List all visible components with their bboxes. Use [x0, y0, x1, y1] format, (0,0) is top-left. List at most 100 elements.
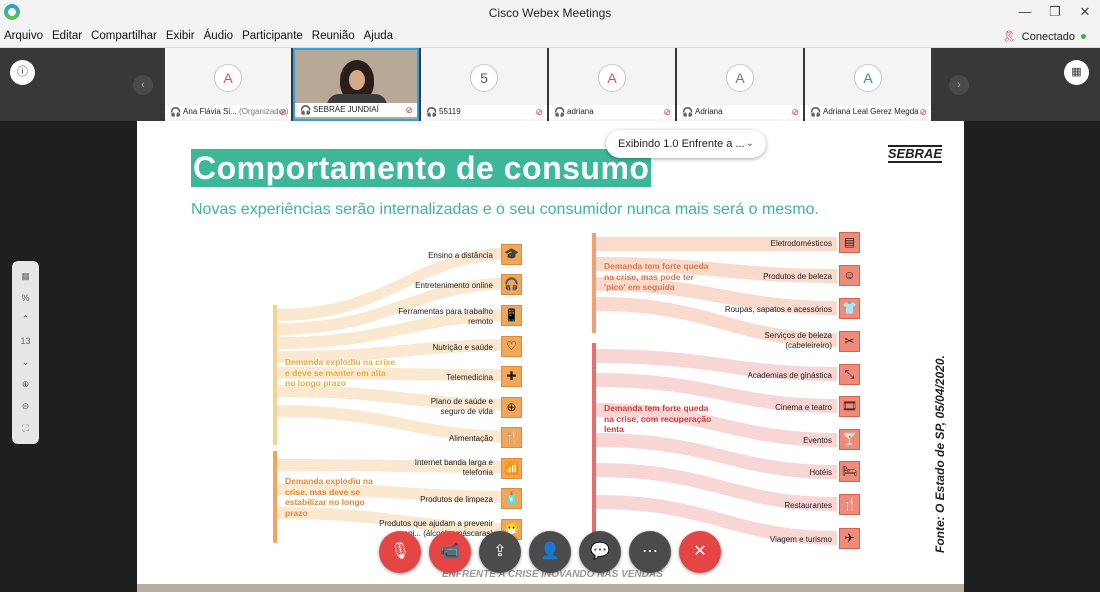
mute-button[interactable]: 🎙 — [379, 531, 421, 573]
connection-status: 🎗 Conectado — [1002, 30, 1086, 43]
graduation-cap-icon: 🎓 — [501, 244, 522, 265]
page-number: 13 — [20, 335, 31, 346]
sharing-dropdown[interactable]: Exibindo 1.0 Enfrente a ... ⌄ — [606, 130, 766, 158]
heart-icon: ♡ — [501, 336, 522, 357]
avatar: A — [726, 64, 754, 92]
chevron-down-icon: ⌄ — [745, 138, 754, 149]
item-label: Produtos de beleza — [763, 272, 832, 281]
menu-compartilhar[interactable]: Compartilhar — [91, 30, 157, 42]
film-icon: 🎞 — [839, 396, 860, 417]
item-label: Eventos — [803, 436, 832, 445]
menu-arquivo[interactable]: Arquivo — [4, 30, 43, 42]
participant-name: adriana — [567, 107, 594, 116]
smile-icon: ☺ — [839, 265, 860, 286]
participant-tile[interactable]: A 🎧 adriana ⊘ — [549, 48, 675, 121]
sebrae-logo: SEBRAE — [887, 145, 942, 163]
participant-name: SEBRAE JUNDIAÍ — [313, 105, 379, 114]
item-label: Academias de ginástica — [747, 371, 833, 380]
video-button[interactable]: 📹 — [429, 531, 471, 573]
more-button[interactable]: ⋯ — [629, 531, 671, 573]
menu-participante[interactable]: Participante — [242, 30, 303, 42]
slide-subtitle: Novas experiências serão internalizadas … — [191, 201, 819, 218]
cleaning-icon: 🧴 — [501, 488, 522, 509]
participant-tile[interactable]: A 🎧 Adriana ⊘ — [677, 48, 803, 121]
cutlery-icon: 🍴 — [839, 494, 860, 515]
menu-reuniao[interactable]: Reunião — [312, 30, 355, 42]
avatar: 5 — [470, 64, 498, 92]
zoom-in-icon[interactable]: ⊕ — [22, 379, 30, 390]
item-label: Roupas, sapatos e acessórios — [724, 305, 832, 314]
headset-icon: 🎧 — [426, 107, 438, 117]
sharing-label: Exibindo 1.0 Enfrente a ... — [618, 138, 745, 150]
down-icon[interactable]: ⌄ — [22, 357, 30, 368]
mic-muted-icon: ⊘ — [279, 107, 287, 117]
item-label: Hotéis — [809, 468, 832, 477]
item-label: Viagem e turismo — [769, 535, 832, 544]
prev-participants-button[interactable]: ‹ — [133, 75, 153, 95]
title-bar: Cisco Webex Meetings — ❐ ✕ — [0, 0, 1100, 26]
wifi-icon: 📶 — [501, 458, 522, 479]
mic-muted-icon: ⊘ — [791, 107, 799, 117]
mic-muted-icon: ⊘ — [919, 107, 927, 117]
video-off-icon: 📹 — [440, 543, 460, 560]
group-label: Demanda tem forte queda na crise, mas po… — [604, 261, 709, 292]
ribbon-icon: 🎗 — [1001, 31, 1016, 43]
participant-tile[interactable]: A 🎧 Adriana Leal Gerez Megda ⊘ — [805, 48, 931, 121]
grid-icon[interactable]: ▦ — [21, 271, 30, 282]
bed-icon: 🛏 — [839, 461, 860, 482]
menu-exibir[interactable]: Exibir — [166, 30, 195, 42]
item-label: Alimentação — [448, 434, 493, 443]
item-label: Ensino a distância — [428, 251, 493, 260]
calendar-icon[interactable]: ▦ — [1064, 60, 1089, 85]
item-label: Plano de saúde e seguro de vida — [430, 397, 493, 416]
slide-toolbar: ▦ % ⌃ 13 ⌄ ⊕ ⊖ ⛶ — [12, 261, 39, 444]
menu-audio[interactable]: Áudio — [204, 30, 233, 42]
item-label: Produtos de limpeza — [420, 495, 493, 504]
share-button[interactable]: ⇪ — [479, 531, 521, 573]
slide-title: Comportamento de consumo — [191, 149, 652, 187]
plus-circle-icon: ⊕ — [501, 397, 522, 418]
participant-tile[interactable]: 5 🎧 55119 ⊘ — [421, 48, 547, 121]
appliance-icon: ▤ — [839, 232, 860, 253]
source-note: Fonte: O Estado de SP, 05/04/2020. — [933, 355, 947, 553]
participant-name: Adriana — [695, 107, 723, 116]
percent-icon[interactable]: % — [21, 293, 29, 303]
maximize-button[interactable]: ❐ — [1040, 0, 1070, 26]
headset-icon: 🎧 — [300, 105, 312, 115]
status-label: Conectado — [1021, 30, 1075, 43]
close-button[interactable]: ✕ — [1070, 0, 1100, 26]
avatar: A — [214, 64, 242, 92]
devices-icon: 📱 — [501, 305, 522, 326]
menu-editar[interactable]: Editar — [52, 30, 82, 42]
content-stage: ▦ % ⌃ 13 ⌄ ⊕ ⊖ ⛶ Comportamento de consum… — [0, 121, 1100, 592]
slide-bottom-strip — [137, 584, 964, 592]
participants-button[interactable]: 👤 — [529, 531, 571, 573]
participant-tile-video[interactable]: 🎧 SEBRAE JUNDIAÍ ⊘ — [293, 48, 419, 121]
menu-ajuda[interactable]: Ajuda — [364, 30, 393, 42]
fit-icon[interactable]: ⛶ — [22, 423, 28, 434]
participant-strip: ⓘ ‹ A 🎧 Ana Flávia Si... (Organizador) ⊘ 🎧… — [0, 48, 1100, 121]
item-label: Restaurantes — [784, 501, 832, 510]
chat-button[interactable]: 💬 — [579, 531, 621, 573]
up-icon[interactable]: ⌃ — [22, 314, 30, 325]
item-label: Ferramentas para trabalho remoto — [398, 307, 493, 326]
participant-name: Ana Flávia Si... — [183, 107, 237, 116]
food-icon: 🍴 — [501, 427, 522, 448]
participant-tile[interactable]: A 🎧 Ana Flávia Si... (Organizador) ⊘ — [165, 48, 291, 121]
next-participants-button[interactable]: › — [949, 75, 969, 95]
window-controls: — ❐ ✕ — [1010, 0, 1100, 26]
mic-muted-icon: ⊘ — [535, 107, 543, 117]
shared-slide: Comportamento de consumo SEBRAE Novas ex… — [137, 121, 964, 584]
zoom-out-icon[interactable]: ⊖ — [22, 401, 30, 412]
mic-muted-icon: ⊘ — [663, 107, 671, 117]
dumbbell-icon: ⤡ — [839, 364, 860, 385]
leave-button[interactable]: ✕ — [679, 531, 721, 573]
chat-icon: 💬 — [590, 543, 610, 560]
meeting-controls: 🎙 📹 ⇪ 👤 💬 ⋯ ✕ — [379, 531, 721, 573]
minimize-button[interactable]: — — [1010, 0, 1040, 26]
info-icon[interactable]: ⓘ — [10, 60, 35, 85]
share-icon: ⇪ — [493, 543, 507, 560]
item-label: Internet banda larga e telefonia — [414, 458, 493, 477]
mic-muted-icon: ⊘ — [405, 105, 413, 115]
scissors-icon: ✂ — [839, 331, 860, 352]
